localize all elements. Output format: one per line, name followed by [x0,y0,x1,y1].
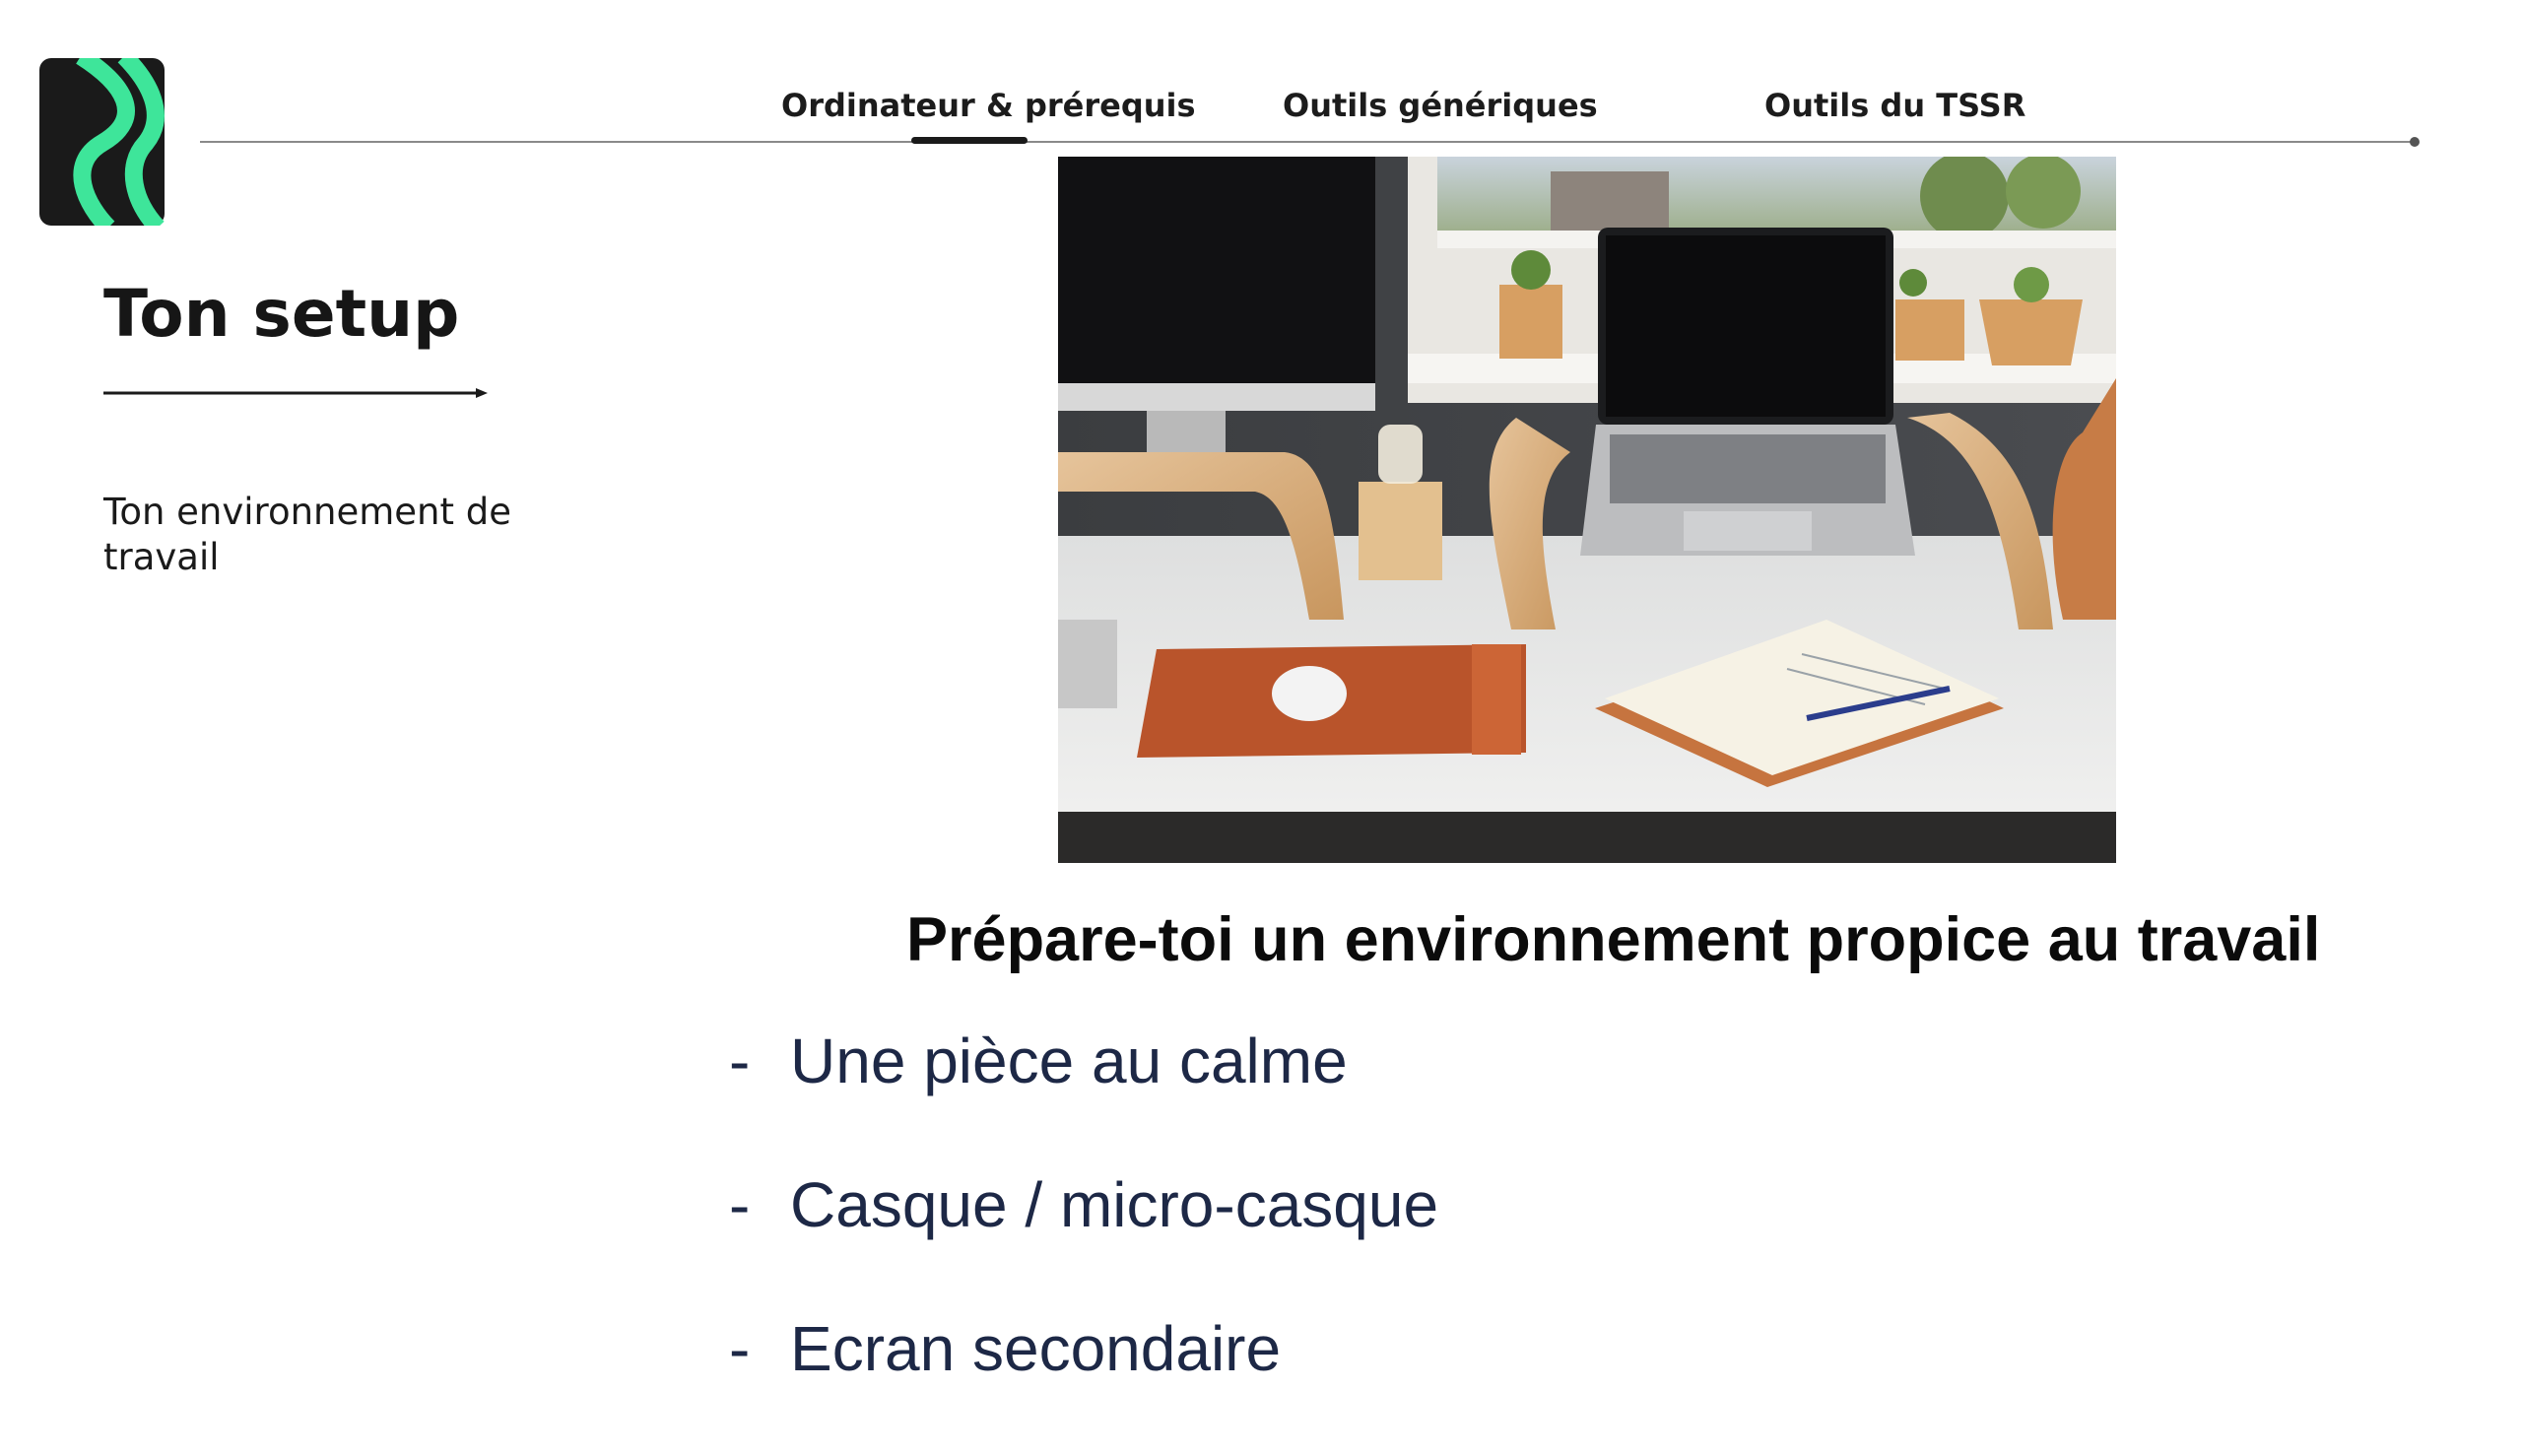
bullet-marker: - [729,1026,751,1096]
nav-divider [200,141,2417,143]
nav-divider-end-dot [2410,137,2420,147]
section-title: Ton setup [103,276,460,352]
bullet-text: Ecran secondaire [790,1313,1282,1384]
bullet-text: Casque / micro-casque [790,1169,1439,1240]
content-heading: Prépare-toi un environnement propice au … [906,905,2321,974]
tab-outils-du-tssr[interactable]: Outils du TSSR [1764,81,2025,130]
list-item: - Une pièce au calme [729,1025,1438,1168]
bullet-marker: - [729,1169,751,1240]
arrow-right-icon [103,388,488,398]
active-tab-indicator [911,137,1028,144]
desk-setup-photo [1058,157,2116,863]
chevron-logo-icon [39,48,165,234]
brand-logo[interactable] [39,48,165,234]
bullet-list: - Une pièce au calme - Casque / micro-casq… [729,1025,1438,1456]
section-subtitle: Ton environnement de travail [103,491,512,578]
tab-ordinateur-prerequis[interactable]: Ordinateur & prérequis [781,81,1196,130]
list-item: - Casque / micro-casque [729,1168,1438,1312]
list-item: - Ecran secondaire [729,1312,1438,1456]
bullet-text: Une pièce au calme [790,1026,1348,1096]
bullet-marker: - [729,1313,751,1384]
tab-outils-generiques[interactable]: Outils génériques [1283,81,1598,130]
